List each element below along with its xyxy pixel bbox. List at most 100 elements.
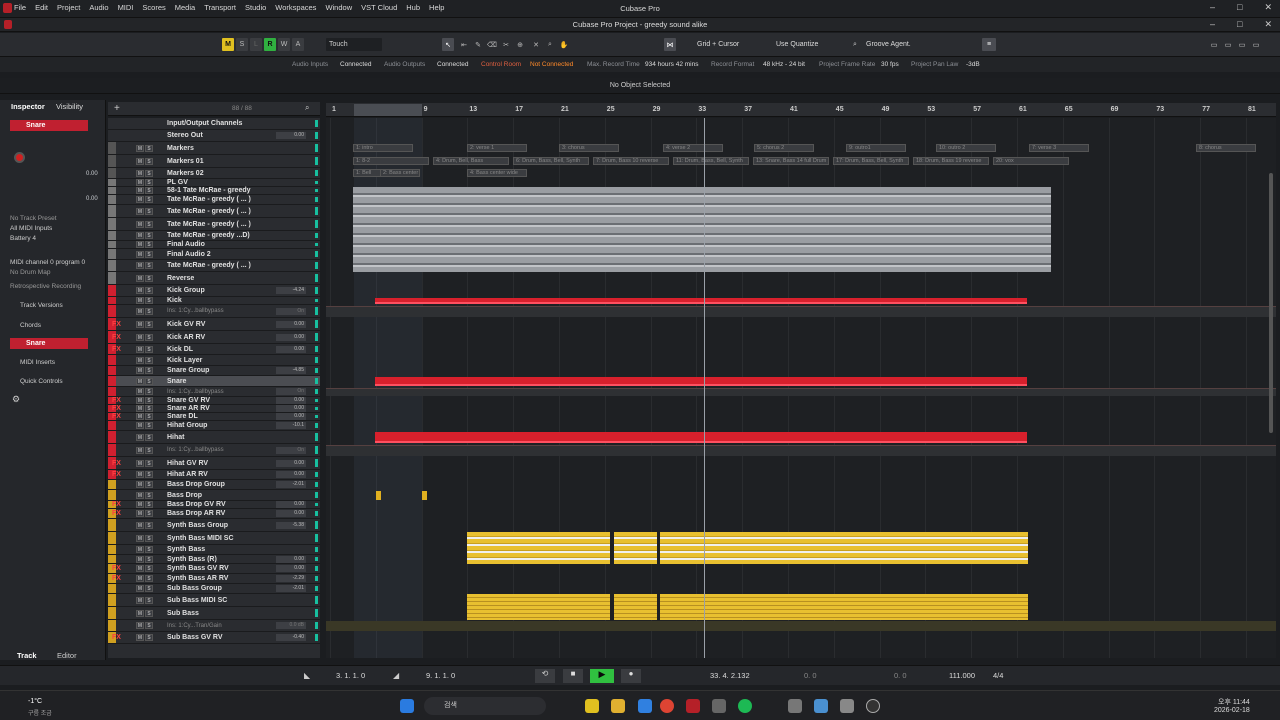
track-solo-button[interactable]: S (145, 333, 153, 341)
track-row[interactable]: Stereo Out 0.00 (108, 130, 320, 142)
track-volume[interactable]: 0.00 (276, 397, 306, 404)
track-volume[interactable]: 0.00 (276, 510, 306, 517)
track-mute-button[interactable]: M (136, 422, 144, 429)
track-solo-button[interactable]: S (145, 534, 153, 542)
read-automation-button[interactable]: R (264, 38, 276, 51)
track-solo-button[interactable]: S (145, 187, 153, 194)
arrange-window[interactable]: 1: intro 2: verse 1 3: chorus 4: verse 2 5: … (326, 118, 1276, 658)
track-mute-button[interactable]: M (136, 565, 144, 572)
track-row[interactable]: M S Kick Group -4.24 (108, 285, 320, 297)
track-row[interactable]: M S Final Audio 2 (108, 249, 320, 260)
midi-part-synth-bass[interactable] (660, 532, 1028, 564)
store-icon[interactable] (638, 699, 652, 713)
track-name[interactable]: Snare (167, 378, 186, 385)
track-solo-button[interactable]: S (145, 422, 153, 429)
track-row[interactable]: M S Synth Bass (108, 545, 320, 555)
snap-toggle-icon[interactable]: ⋈ (664, 38, 676, 51)
write-automation-button[interactable]: W (278, 38, 290, 51)
inspector-track-header[interactable]: Snare (10, 120, 88, 131)
track-name[interactable]: Bass Drop (167, 492, 202, 499)
track-name[interactable]: Sub Bass GV RV (167, 634, 223, 641)
track-volume[interactable]: 0.00 (276, 459, 306, 467)
track-row[interactable]: M S Tate McRae - greedy ( ... ) (108, 260, 320, 272)
track-solo-button[interactable]: S (145, 388, 153, 395)
track-row[interactable]: FX M S Kick AR RV 0.00 (108, 331, 320, 344)
marker[interactable]: 7: verse 3 (1029, 144, 1089, 152)
track-volume[interactable]: 0.00 (276, 405, 306, 412)
track-volume[interactable]: 0.00 (276, 471, 306, 478)
track-solo-button[interactable]: S (145, 446, 153, 454)
hand-tool-icon[interactable]: ✋ (558, 38, 570, 51)
track-solo-button[interactable]: S (145, 297, 153, 304)
track-row[interactable]: M S Synth Bass MIDI SC (108, 532, 320, 545)
track-name[interactable]: Sub Bass (167, 610, 199, 617)
tab-visibility[interactable]: Visibility (56, 102, 83, 111)
track-row[interactable]: M S Ins: 1:Cy...ballbypass On (108, 305, 320, 318)
track-name[interactable]: Input/Output Channels (167, 120, 242, 127)
app-2-icon[interactable] (788, 699, 802, 713)
track-name[interactable]: Final Audio (167, 241, 205, 248)
maximize-icon[interactable]: □ (1237, 2, 1242, 13)
track-solo-button[interactable]: S (145, 596, 153, 604)
section-chords[interactable]: Chords (10, 319, 100, 331)
record-button[interactable]: ● (621, 669, 641, 683)
midi-part[interactable] (375, 377, 1027, 386)
left-locator[interactable]: 3. 1. 1. 0 (336, 671, 365, 680)
marker[interactable]: 2: verse 1 (467, 144, 527, 152)
marker[interactable]: 1: intro (353, 144, 413, 152)
track-volume[interactable]: -4.85 (276, 367, 306, 374)
cycle-range[interactable] (354, 104, 422, 116)
taskbar-search[interactable]: 검색 (424, 697, 546, 715)
track-name[interactable]: Hihat Group (167, 422, 207, 429)
cycle-button[interactable]: ⟲ (535, 669, 555, 683)
track-mute-button[interactable]: M (136, 144, 144, 152)
track-row[interactable]: FX M S Hihat GV RV 0.00 (108, 457, 320, 470)
track-solo-button[interactable]: S (145, 481, 153, 488)
settings-gear-icon[interactable]: ⚙ (12, 394, 20, 405)
track-volume[interactable]: -2.01 (276, 585, 306, 592)
inspector-pan[interactable]: 0.00 (86, 196, 98, 202)
tab-editor[interactable]: Editor (57, 651, 77, 660)
automation-lane[interactable] (326, 621, 1276, 631)
window-layout-icon[interactable]: ▭ (1208, 38, 1220, 51)
chat-icon[interactable] (585, 699, 599, 713)
record-enable-icon[interactable] (14, 152, 25, 163)
track-solo-button[interactable]: S (145, 262, 153, 269)
track-solo-button[interactable]: S (145, 144, 153, 152)
track-name[interactable]: Snare DL (167, 413, 198, 420)
track-row[interactable]: M S Kick Layer (108, 355, 320, 366)
audio-event-block[interactable] (353, 187, 1051, 272)
track-name[interactable]: Kick AR RV (167, 334, 205, 341)
track-name[interactable]: Ins: 1:Cy...ballbypass (167, 447, 224, 453)
mute-mode-button[interactable]: M (222, 38, 234, 51)
track-row[interactable]: M S 58-1 Tate McRae - greedy (108, 187, 320, 195)
tab-inspector[interactable]: Inspector (11, 102, 45, 111)
automation-lane[interactable] (326, 388, 1276, 396)
track-solo-button[interactable]: S (145, 287, 153, 294)
track-row[interactable]: M S Tate McRae - greedy ( ... ) (108, 205, 320, 218)
marker[interactable]: 4: verse 2 (663, 144, 723, 152)
track-name[interactable]: Kick Group (167, 287, 205, 294)
track-row[interactable]: FX M S Sub Bass GV RV -0.40 (108, 632, 320, 644)
track-row[interactable]: M S Synth Bass Group -5.38 (108, 519, 320, 532)
marker[interactable]: 13: Snare, Bass 14 full Drum (753, 157, 829, 165)
track-mute-button[interactable]: M (136, 250, 144, 258)
marker[interactable]: 11: Drum, Bass, Bell, Synth (673, 157, 749, 165)
track-mute-button[interactable]: M (136, 634, 144, 641)
track-solo-button[interactable]: S (145, 521, 153, 529)
track-mute-button[interactable]: M (136, 491, 144, 499)
track-solo-button[interactable]: S (145, 356, 153, 364)
window-layout-2-icon[interactable]: ▭ (1222, 38, 1234, 51)
track-name[interactable]: Synth Bass AR RV (167, 575, 228, 582)
track-volume[interactable]: -10.1 (276, 422, 306, 429)
track-solo-button[interactable]: S (145, 491, 153, 499)
right-locator[interactable]: 9. 1. 1. 0 (426, 671, 455, 680)
track-volume[interactable]: -4.24 (276, 287, 306, 294)
chrome-icon[interactable] (660, 699, 674, 713)
track-mute-button[interactable]: M (136, 622, 144, 629)
track-mute-button[interactable]: M (136, 575, 144, 582)
track-row[interactable]: M S Reverse (108, 272, 320, 285)
track-row[interactable]: M S Snare (108, 376, 320, 387)
cubase-taskbar-icon[interactable] (686, 699, 700, 713)
track-mute-button[interactable]: M (136, 196, 144, 203)
